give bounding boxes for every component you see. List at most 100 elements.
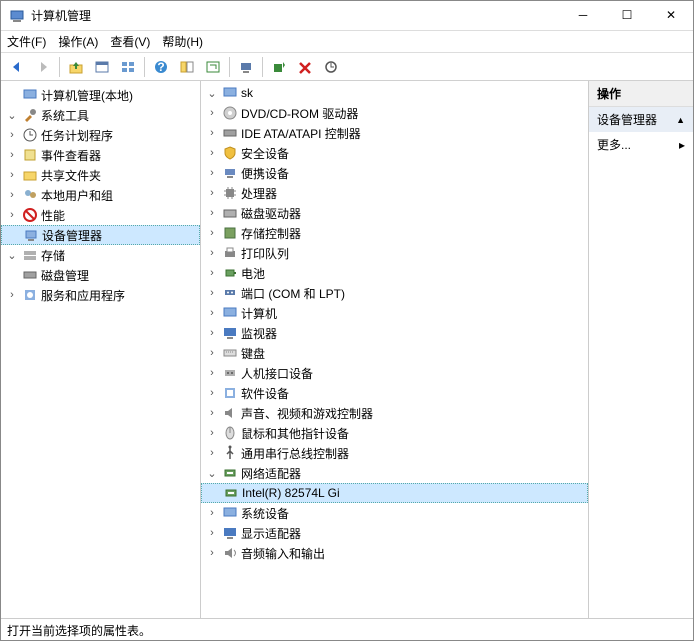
left-disk-mgmt[interactable]: 磁盘管理 (1, 265, 200, 285)
forward-button[interactable] (31, 55, 55, 79)
device-icon (222, 505, 238, 521)
toolbar: ? (1, 53, 693, 81)
chevron-right-icon: ▸ (679, 138, 685, 152)
device-icon (222, 285, 238, 301)
maximize-button[interactable]: ☐ (605, 1, 649, 31)
device-item[interactable]: ›显示适配器 (201, 523, 588, 543)
device-icon (222, 345, 238, 361)
device-icon (222, 105, 238, 121)
device-item[interactable]: ›监视器 (201, 323, 588, 343)
device-icon (222, 265, 238, 281)
device-icon (222, 165, 238, 181)
svg-text:?: ? (157, 60, 164, 74)
close-button[interactable]: ✕ (649, 1, 693, 31)
device-icon (222, 445, 238, 461)
left-system-tools[interactable]: ⌄系统工具 (1, 105, 200, 125)
device-item[interactable]: ›人机接口设备 (201, 363, 588, 383)
left-event-viewer[interactable]: ›事件查看器 (1, 145, 200, 165)
device-item[interactable]: ›声音、视频和游戏控制器 (201, 403, 588, 423)
window-title: 计算机管理 (31, 7, 561, 24)
left-services[interactable]: ›服务和应用程序 (1, 285, 200, 305)
up-folder-button[interactable] (64, 55, 88, 79)
actions-header: 操作 (589, 81, 693, 107)
titlebar: 计算机管理 ─ ☐ ✕ (1, 1, 693, 31)
device-icon (222, 145, 238, 161)
left-task-scheduler[interactable]: ›任务计划程序 (1, 125, 200, 145)
device-icon (222, 385, 238, 401)
body: 计算机管理(本地) ⌄系统工具 ›任务计划程序 ›事件查看器 ›共享文件夹 ›本… (1, 81, 693, 618)
device-item[interactable]: ›存储控制器 (201, 223, 588, 243)
show-hide-tree-button[interactable] (175, 55, 199, 79)
device-icon (222, 305, 238, 321)
refresh-button[interactable] (201, 55, 225, 79)
computer-icon (22, 87, 38, 103)
back-button[interactable] (5, 55, 29, 79)
properties-button[interactable] (90, 55, 114, 79)
actions-section[interactable]: 设备管理器▲ (589, 107, 693, 132)
device-icon (222, 465, 238, 481)
device-icon (222, 545, 238, 561)
device-manager-icon (23, 227, 39, 243)
device-item[interactable]: Intel(R) 82574L Gi (201, 483, 588, 503)
device-item[interactable]: ›通用串行总线控制器 (201, 443, 588, 463)
device-icon (222, 185, 238, 201)
menu-file[interactable]: 文件(F) (7, 33, 46, 50)
device-icon (222, 205, 238, 221)
device-item[interactable]: ›便携设备 (201, 163, 588, 183)
left-tree-pane[interactable]: 计算机管理(本地) ⌄系统工具 ›任务计划程序 ›事件查看器 ›共享文件夹 ›本… (1, 81, 201, 618)
users-icon (22, 187, 38, 203)
computer-management-window: 计算机管理 ─ ☐ ✕ 文件(F) 操作(A) 查看(V) 帮助(H) ? (0, 0, 694, 641)
menu-help[interactable]: 帮助(H) (162, 33, 203, 50)
device-item[interactable]: ›音频输入和输出 (201, 543, 588, 563)
device-item[interactable]: ›系统设备 (201, 503, 588, 523)
left-storage[interactable]: ⌄存储 (1, 245, 200, 265)
device-item[interactable]: ›处理器 (201, 183, 588, 203)
disable-button[interactable] (293, 55, 317, 79)
view-button[interactable] (116, 55, 140, 79)
left-shared-folders[interactable]: ›共享文件夹 (1, 165, 200, 185)
device-icon (222, 525, 238, 541)
device-item[interactable]: ›计算机 (201, 303, 588, 323)
left-root[interactable]: 计算机管理(本地) (1, 85, 200, 105)
storage-icon (22, 247, 38, 263)
device-icon (222, 405, 238, 421)
folder-icon (22, 167, 38, 183)
left-performance[interactable]: ›性能 (1, 205, 200, 225)
device-item[interactable]: ›安全设备 (201, 143, 588, 163)
device-item[interactable]: ⌄网络适配器 (201, 463, 588, 483)
device-root[interactable]: ⌄sk (201, 83, 588, 103)
update-driver-button[interactable] (319, 55, 343, 79)
menubar: 文件(F) 操作(A) 查看(V) 帮助(H) (1, 31, 693, 53)
collapse-icon: ▲ (676, 115, 685, 125)
app-icon (9, 8, 25, 24)
left-device-manager[interactable]: 设备管理器 (1, 225, 200, 245)
scan-button[interactable] (234, 55, 258, 79)
menu-action[interactable]: 操作(A) (58, 33, 98, 50)
device-item[interactable]: ›键盘 (201, 343, 588, 363)
device-item[interactable]: ›端口 (COM 和 LPT) (201, 283, 588, 303)
device-item[interactable]: ›打印队列 (201, 243, 588, 263)
actions-pane: 操作 设备管理器▲ 更多...▸ (589, 81, 693, 618)
menu-view[interactable]: 查看(V) (110, 33, 150, 50)
device-tree-pane[interactable]: ⌄sk ›DVD/CD-ROM 驱动器›IDE ATA/ATAPI 控制器›安全… (201, 81, 589, 618)
device-icon (223, 485, 239, 501)
perf-icon (22, 207, 38, 223)
device-item[interactable]: ›磁盘驱动器 (201, 203, 588, 223)
clock-icon (22, 127, 38, 143)
device-item[interactable]: ›鼠标和其他指针设备 (201, 423, 588, 443)
left-local-users[interactable]: ›本地用户和组 (1, 185, 200, 205)
enable-button[interactable] (267, 55, 291, 79)
device-icon (222, 365, 238, 381)
help-button[interactable]: ? (149, 55, 173, 79)
actions-more[interactable]: 更多...▸ (589, 132, 693, 157)
device-item[interactable]: ›软件设备 (201, 383, 588, 403)
disk-icon (22, 267, 38, 283)
device-item[interactable]: ›电池 (201, 263, 588, 283)
minimize-button[interactable]: ─ (561, 1, 605, 31)
event-icon (22, 147, 38, 163)
device-icon (222, 245, 238, 261)
device-icon (222, 125, 238, 141)
device-item[interactable]: ›IDE ATA/ATAPI 控制器 (201, 123, 588, 143)
computer-icon (222, 85, 238, 101)
device-item[interactable]: ›DVD/CD-ROM 驱动器 (201, 103, 588, 123)
